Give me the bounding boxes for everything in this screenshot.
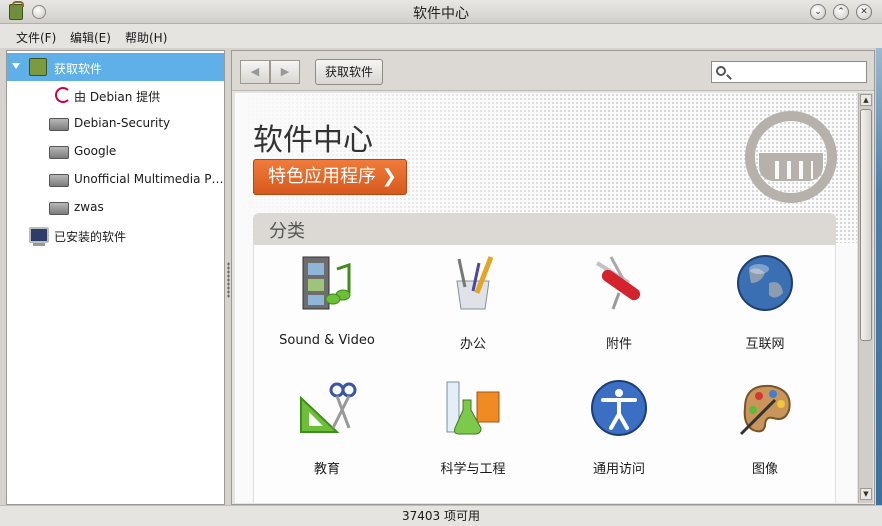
content-view: 软件中心 特色应用程序 ❯ 分类 Sound & Video 办公 附件 互联网… <box>235 93 857 503</box>
sidebar-item-label: Unofficial Multimedia P… <box>74 172 224 186</box>
category-universal-access[interactable]: 通用访问 <box>546 370 692 490</box>
category-office[interactable]: 办公 <box>400 245 546 365</box>
sidebar-item-debian[interactable]: 由 Debian 提供 <box>7 81 224 109</box>
sidebar: 获取软件 由 Debian 提供 Debian-Security Google … <box>6 50 225 505</box>
sidebar-item-google[interactable]: Google <box>7 137 224 165</box>
software-bag-icon <box>29 58 47 76</box>
menu-help[interactable]: 帮助(H) <box>125 29 167 46</box>
sidebar-item-debian-security[interactable]: Debian-Security <box>7 109 224 137</box>
disk-icon <box>49 146 69 159</box>
category-sound-video[interactable]: Sound & Video <box>254 245 400 365</box>
debian-swirl-icon <box>55 87 71 103</box>
categories-grid: Sound & Video 办公 附件 互联网 教育 科学与工程 通用访问 图像 <box>253 245 836 503</box>
swiss-knife-icon <box>595 256 641 310</box>
get-software-button[interactable]: 获取软件 <box>315 59 383 85</box>
expander-arrow-icon[interactable] <box>12 63 20 69</box>
menu-edit[interactable]: 编辑(E) <box>70 29 111 46</box>
category-label: 办公 <box>459 337 486 352</box>
sidebar-item-label: 获取软件 <box>54 62 103 76</box>
film-music-icon <box>302 256 351 310</box>
category-label: 科学与工程 <box>440 462 506 477</box>
office-pencil-icon <box>456 256 494 310</box>
flask-icon <box>446 381 500 435</box>
sidebar-item-installed-software[interactable]: 已安装的软件 <box>7 221 224 249</box>
menu-bar: 文件(F) 编辑(E) 帮助(H) <box>0 24 882 48</box>
sidebar-item-label: Google <box>74 144 117 158</box>
maximize-button[interactable]: ⌃ <box>833 4 849 20</box>
main-pane: ◀ ▶ 获取软件 软件中心 特色应用程序 ❯ 分类 Sound & Video <box>231 50 875 505</box>
computer-icon <box>29 227 49 246</box>
sidebar-item-label: Debian-Security <box>74 116 171 130</box>
page-title: 软件中心 <box>253 123 373 158</box>
sidebar-item-get-software[interactable]: 获取软件 <box>7 53 224 81</box>
sidebar-item-label: 已安装的软件 <box>54 230 127 244</box>
globe-icon <box>737 255 793 311</box>
title-bar: 软件中心 ⌄ ⌃ ✕ <box>0 0 882 24</box>
status-bar: 37403 项可用 <box>0 505 882 526</box>
minimize-button[interactable]: ⌄ <box>810 4 826 20</box>
category-internet[interactable]: 互联网 <box>692 245 838 365</box>
back-button[interactable]: ◀ <box>240 60 270 84</box>
window-title: 软件中心 <box>413 6 469 22</box>
pane-splitter-handle[interactable] <box>227 262 230 298</box>
scroll-down-arrow-icon[interactable]: ▼ <box>860 488 872 500</box>
paint-palette-icon <box>739 384 791 436</box>
sidebar-item-label: zwas <box>74 200 104 214</box>
search-icon <box>716 66 726 76</box>
disk-icon <box>49 174 69 187</box>
sidebar-item-label: 由 Debian 提供 <box>74 90 161 104</box>
vertical-scrollbar[interactable]: ▲ ▼ <box>858 93 873 503</box>
categories-header: 分类 <box>253 213 836 245</box>
ruler-scissors-icon <box>300 382 357 433</box>
category-accessories[interactable]: 附件 <box>546 245 692 365</box>
category-label: 教育 <box>313 462 340 477</box>
accessibility-icon <box>591 380 647 436</box>
category-label: 互联网 <box>745 337 785 352</box>
desktop-background-strip <box>876 48 882 526</box>
forward-button[interactable]: ▶ <box>270 60 300 84</box>
category-label: Sound & Video <box>279 333 375 348</box>
toolbar: ◀ ▶ 获取软件 <box>232 51 874 91</box>
scrollbar-thumb[interactable] <box>860 109 872 341</box>
search-input[interactable] <box>711 61 867 83</box>
disk-icon <box>49 202 69 215</box>
category-label: 通用访问 <box>592 462 645 477</box>
sidebar-item-zwas[interactable]: zwas <box>7 193 224 221</box>
software-center-logo-icon <box>745 111 837 203</box>
scroll-up-arrow-icon[interactable]: ▲ <box>860 94 872 106</box>
featured-apps-button[interactable]: 特色应用程序 ❯ <box>253 159 407 195</box>
category-science-engineering[interactable]: 科学与工程 <box>400 370 546 490</box>
category-graphics[interactable]: 图像 <box>692 370 838 490</box>
close-button[interactable]: ✕ <box>856 4 872 20</box>
category-label: 附件 <box>605 337 632 352</box>
menu-file[interactable]: 文件(F) <box>16 29 56 46</box>
disk-icon <box>49 118 69 131</box>
category-label: 图像 <box>751 462 778 477</box>
sidebar-item-unofficial-multimedia[interactable]: Unofficial Multimedia P… <box>7 165 224 193</box>
category-education[interactable]: 教育 <box>254 370 400 490</box>
